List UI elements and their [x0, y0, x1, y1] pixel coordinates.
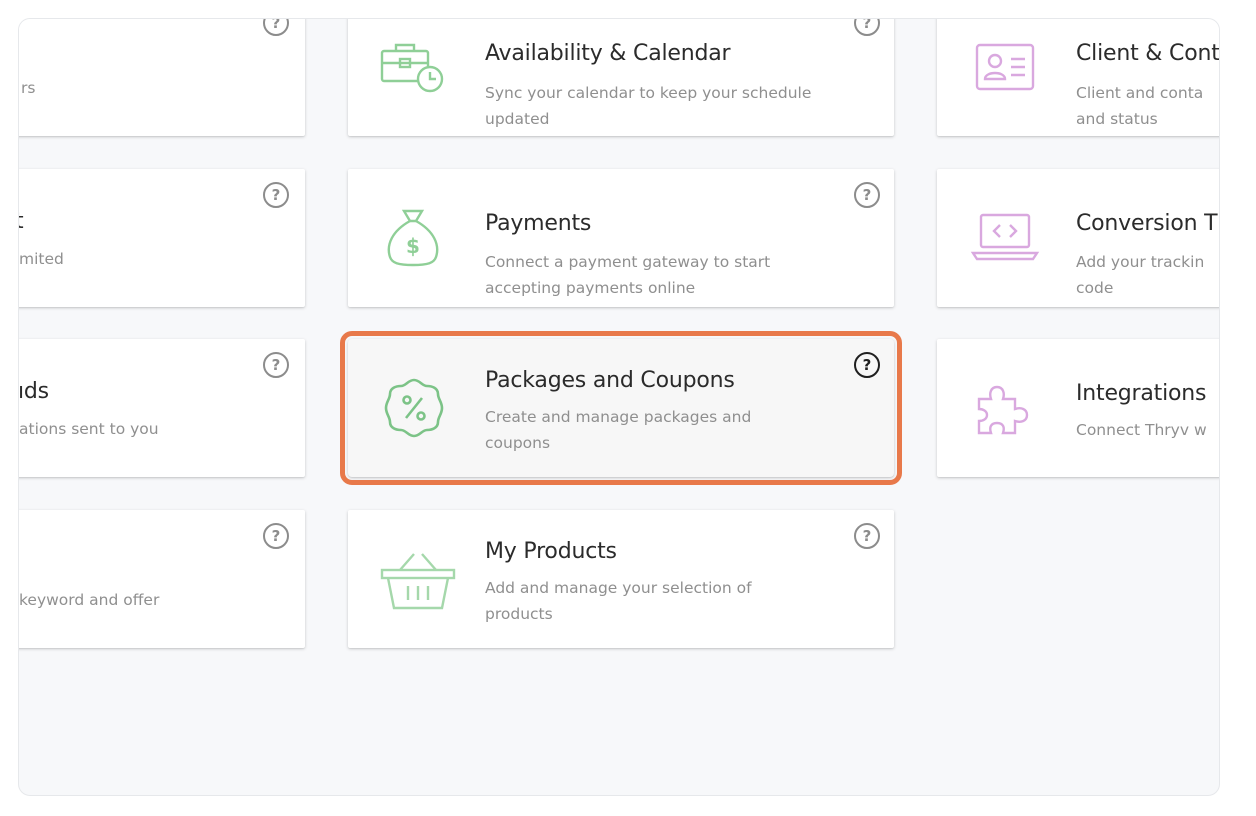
card-title: ıds — [18, 379, 49, 404]
card-desc: Connect Thryv w — [1076, 421, 1207, 439]
card-desc: Sync your calendar to keep your schedule… — [485, 84, 812, 128]
help-icon[interactable]: ? — [854, 352, 880, 378]
card-conversion-tracking[interactable]: Conversion T Add your trackin code — [937, 169, 1219, 307]
card-left-row4[interactable]: keyword and offer ? — [19, 510, 305, 648]
card-desc: Add your trackin code — [1076, 253, 1205, 297]
help-icon[interactable]: ? — [263, 523, 289, 549]
card-title: t — [19, 209, 24, 234]
id-card-icon — [975, 43, 1035, 91]
help-icon[interactable]: ? — [854, 523, 880, 549]
card-left-row1[interactable]: rs ? — [19, 19, 305, 136]
card-desc: Create and manage packages and coupons — [485, 408, 752, 452]
card-title: Availability & Calendar — [485, 41, 731, 66]
briefcase-clock-icon — [380, 43, 444, 93]
card-title: Payments — [485, 211, 592, 236]
card-desc: Connect a payment gateway to start accep… — [485, 253, 771, 297]
puzzle-icon — [977, 385, 1029, 435]
help-icon[interactable]: ? — [854, 19, 880, 36]
card-desc: keyword and offer — [19, 591, 160, 609]
card-desc: Add and manage your selection of product… — [485, 579, 752, 623]
help-icon[interactable]: ? — [263, 182, 289, 208]
card-client-contacts[interactable]: Client & Cont Client and conta and statu… — [937, 19, 1220, 136]
basket-icon — [380, 553, 456, 610]
card-integrations[interactable]: Integrations Connect Thryv w — [937, 339, 1219, 477]
card-title: Conversion T — [1076, 211, 1218, 236]
card-left-row2[interactable]: t mited ? — [19, 169, 305, 307]
card-availability-calendar[interactable]: Availability & Calendar Sync your calend… — [348, 19, 894, 136]
percent-badge-icon — [384, 378, 444, 438]
help-icon[interactable]: ? — [263, 352, 289, 378]
card-desc: ations sent to you — [19, 420, 159, 438]
card-left-row3[interactable]: ıds ations sent to you ? — [18, 339, 305, 477]
card-desc: Client and conta and status — [1076, 84, 1204, 128]
card-desc: rs — [21, 79, 36, 97]
card-payments[interactable]: $ Payments Connect a payment gateway to … — [348, 169, 894, 307]
money-bag-icon: $ — [387, 209, 439, 267]
card-title: Client & Cont — [1076, 41, 1220, 66]
laptop-code-icon — [970, 213, 1040, 261]
card-packages-coupons[interactable]: Packages and Coupons Create and manage p… — [340, 331, 902, 485]
card-title: Integrations — [1076, 381, 1207, 406]
card-title: My Products — [485, 539, 617, 564]
svg-text:$: $ — [406, 234, 420, 258]
card-title: Packages and Coupons — [485, 368, 735, 393]
settings-grid: rs ? t mited ? ıds ations sent to you ? … — [18, 18, 1220, 796]
card-my-products[interactable]: My Products Add and manage your selectio… — [348, 510, 894, 648]
help-icon[interactable]: ? — [854, 182, 880, 208]
card-desc: mited — [19, 250, 64, 268]
help-icon[interactable]: ? — [263, 19, 289, 36]
